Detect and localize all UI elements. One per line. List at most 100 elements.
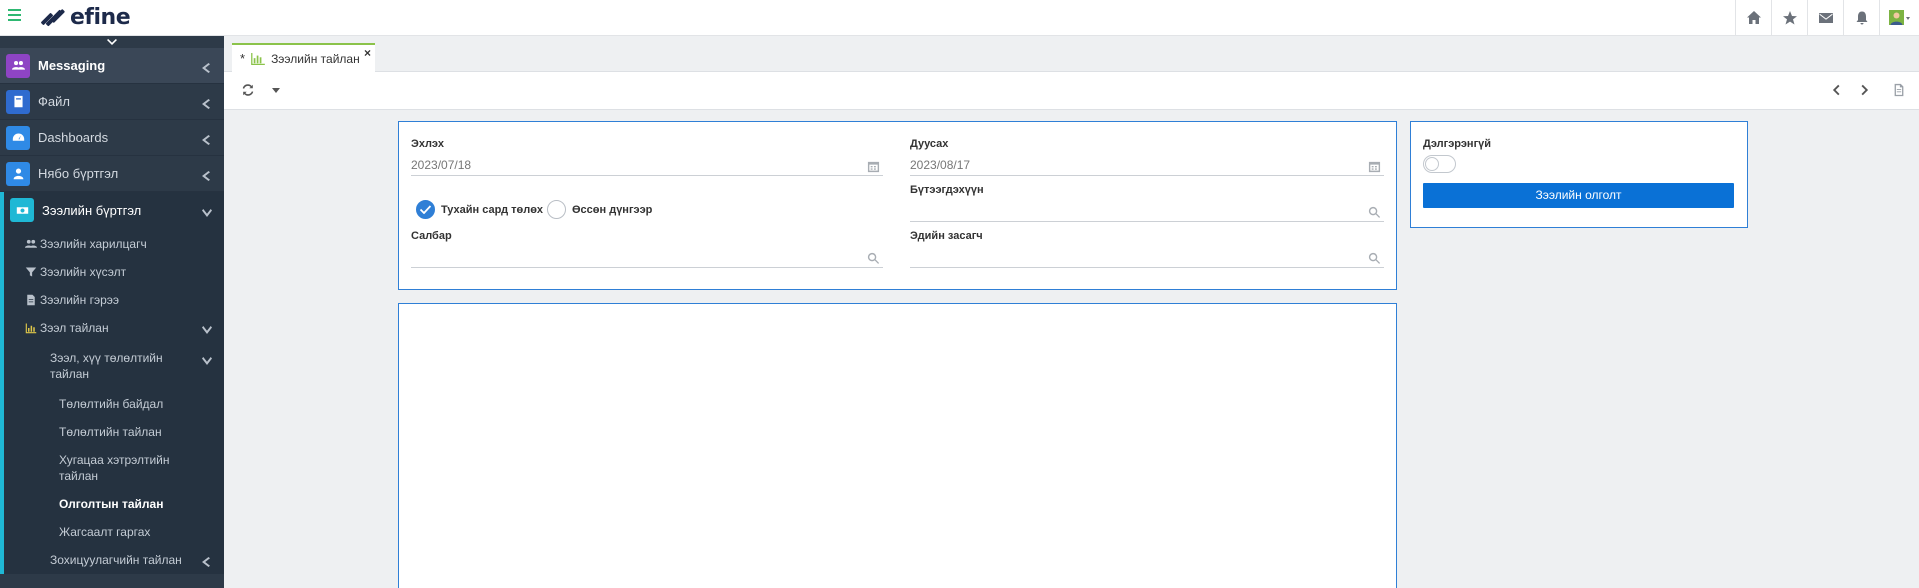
chart-icon (24, 321, 38, 335)
chevron-left-icon (202, 97, 210, 109)
sidebar-item-loan-registration[interactable]: Зээлийн бүртгэл (4, 192, 224, 228)
refresh-icon[interactable] (240, 82, 256, 98)
sidebar-subitem-label: Жагсаалт гаргах (59, 525, 151, 539)
filter-panel: Эхлэх 2023/07/18 Дуусах 2023/08/17 Тухай… (398, 121, 1397, 290)
radio-checked-icon[interactable] (416, 200, 435, 219)
calendar-icon[interactable] (1368, 158, 1382, 173)
sidebar-subitem-loan-contract[interactable]: Зээлийн гэрээ (4, 286, 224, 314)
tab-loan-report[interactable]: * Зээлийн тайлан × (232, 43, 375, 72)
sidebar-subitem-label: Зээлийн гэрээ (40, 293, 120, 307)
radio-unchecked-icon[interactable] (547, 200, 566, 219)
radio-label: Өссөн дүнгээр (572, 203, 653, 216)
next-arrow-icon[interactable] (1857, 82, 1873, 98)
sidebar-subitem-loan-request[interactable]: Зээлийн хүсэлт (4, 258, 224, 286)
sidebar-subitem-label: Төлөлтийн тайлан (59, 425, 162, 439)
sidebar-item-label: Файл (38, 94, 70, 109)
sidebar-subitem-loan-report[interactable]: Зээл тайлан (4, 314, 224, 342)
sidebar-subitem-export-list[interactable]: Жагсаалт гаргах (4, 518, 224, 546)
chevron-down-icon (202, 205, 212, 217)
sidebar-item-dashboards[interactable]: Dashboards (0, 120, 224, 156)
toolbar (224, 72, 1919, 110)
calendar-icon[interactable] (867, 158, 881, 173)
sidebar-subitem-label: Төлөлтийн байдал (59, 397, 164, 411)
chart-icon (251, 52, 265, 65)
loan-disbursement-button[interactable]: Зээлийн олголт (1423, 183, 1734, 208)
sidebar-collapse-button[interactable] (0, 36, 224, 48)
sidebar-item-label: Зээлийн бүртгэл (42, 202, 142, 218)
sidebar-subitem-label: Зээл, хүү төлөлтийн тайлан (50, 351, 163, 381)
sidebar-subitem-label: Зээлийн харилцагч (40, 237, 147, 251)
mail-icon[interactable] (1807, 0, 1843, 35)
bell-icon[interactable] (1843, 0, 1879, 35)
sidebar-subitem-repayment-status[interactable]: Төлөлтийн байдал (4, 390, 224, 418)
dropdown-caret-icon[interactable] (268, 82, 284, 98)
radio-cumulative[interactable]: Өссөн дүнгээр (547, 200, 652, 219)
sidebar-subitem-loan-customer[interactable]: Зээлийн харилцагч (4, 230, 224, 258)
detail-toggle[interactable] (1423, 155, 1456, 173)
toggle-knob (1425, 157, 1439, 171)
document-icon[interactable] (1891, 82, 1907, 98)
branch-field[interactable] (411, 246, 883, 268)
search-icon[interactable] (1368, 204, 1382, 218)
sidebar-item-messaging[interactable]: Messaging (0, 48, 224, 84)
start-date-field[interactable]: 2023/07/18 (411, 154, 883, 176)
economist-label: Эдийн засагч (910, 230, 983, 242)
sidebar-subitem-repayment-report[interactable]: Төлөлтийн тайлан (4, 418, 224, 446)
chevron-left-icon (202, 555, 210, 567)
search-icon[interactable] (867, 250, 881, 264)
logo[interactable]: efine (40, 3, 131, 31)
close-icon[interactable]: × (364, 46, 371, 60)
sidebar-item-label: Messaging (38, 58, 106, 73)
sidebar-subitem-overdue-report[interactable]: Хугацаа хэтрэлтийн тайлан (4, 446, 224, 490)
hamburger-menu-icon[interactable] (8, 9, 21, 23)
tab-label: Зээлийн тайлан (271, 51, 360, 66)
tab-modified-marker: * (240, 51, 246, 66)
gauge-icon (6, 125, 30, 150)
report-result-area (398, 303, 1397, 588)
detail-label: Дэлгэрэнгүй (1423, 138, 1492, 150)
user-avatar-icon[interactable] (1879, 0, 1919, 35)
filter-icon (24, 265, 38, 279)
chevron-left-icon (202, 61, 210, 73)
sidebar-item-file[interactable]: Файл (0, 84, 224, 120)
radio-label: Тухайн сард төлөх (441, 203, 544, 216)
home-icon[interactable] (1735, 0, 1771, 35)
radio-this-month[interactable]: Тухайн сард төлөх (416, 200, 543, 219)
sidebar-subitem-repayment-report-group[interactable]: Зээл, хүү төлөлтийн тайлан (4, 342, 224, 390)
sidebar-item-label: Dashboards (38, 130, 109, 145)
users-icon (6, 53, 30, 78)
branch-label: Салбар (411, 230, 452, 242)
top-bar: efine (0, 0, 1919, 36)
sidebar-item-nyabo[interactable]: Нябо бүртгэл (0, 156, 224, 192)
end-date-value: 2023/08/17 (910, 158, 971, 172)
prev-arrow-icon[interactable] (1828, 82, 1844, 98)
user-icon (6, 161, 30, 186)
doc-icon (24, 293, 38, 307)
chevron-down-icon (202, 353, 212, 365)
options-panel: Дэлгэрэнгүй Зээлийн олголт (1410, 121, 1748, 228)
start-date-label: Эхлэх (411, 138, 444, 150)
file-icon (6, 89, 30, 114)
chevron-left-icon (202, 133, 210, 145)
sidebar-subitem-manager-report[interactable]: Зохицуулагчийн тайлан (4, 546, 224, 574)
product-field[interactable] (910, 200, 1384, 222)
sidebar-item-label: Нябо бүртгэл (38, 166, 119, 181)
start-date-value: 2023/07/18 (411, 158, 472, 172)
users-icon (24, 237, 38, 251)
sidebar-subitem-label: Зохицуулагчийн тайлан (50, 553, 182, 567)
sidebar-subitem-label: Олголтын тайлан (59, 497, 164, 511)
money-icon (10, 198, 34, 222)
product-label: Бүтээгдэхүүн (910, 184, 984, 196)
economist-field[interactable] (910, 246, 1384, 268)
sidebar-subitem-disbursement-report[interactable]: Олголтын тайлан (4, 490, 224, 518)
star-icon[interactable] (1771, 0, 1807, 35)
chevron-down-icon (202, 323, 212, 334)
tab-bar: * Зээлийн тайлан × (224, 36, 1919, 72)
end-date-field[interactable]: 2023/08/17 (910, 154, 1384, 176)
sidebar-group-loan: Зээлийн бүртгэл Зээлийн харилцагч Зээлий… (0, 192, 224, 574)
sidebar: Messaging Файл Dashboards Нябо бүртгэл З… (0, 36, 224, 588)
logo-mark-icon (40, 5, 66, 29)
search-icon[interactable] (1368, 250, 1382, 264)
chevron-down-icon (107, 38, 117, 45)
sidebar-subitem-label: Хугацаа хэтрэлтийн тайлан (59, 453, 170, 483)
